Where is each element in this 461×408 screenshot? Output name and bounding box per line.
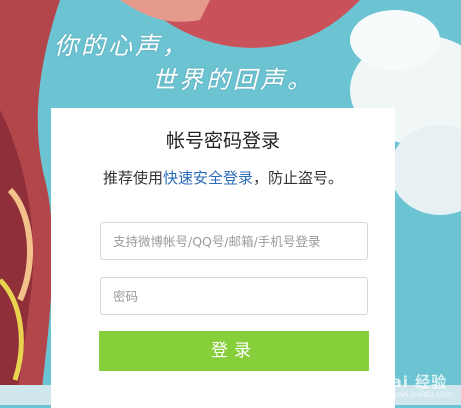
slogan-line-1: 你的心声，: [54, 32, 189, 60]
quick-secure-login-link[interactable]: 快速安全登录: [163, 169, 253, 187]
login-panel: 帐号密码登录 推荐使用快速安全登录，防止盗号。 登录: [51, 108, 395, 408]
account-input[interactable]: [100, 222, 368, 260]
watermark-url: jingyan.baidu.com: [379, 390, 453, 399]
recommend-prefix: 推荐使用: [102, 169, 163, 187]
watermark-text: Bai 经验: [379, 373, 448, 391]
baidu-jingyan-watermark: Bai 经验 jingyan.baidu.com: [379, 375, 453, 399]
login-title: 帐号密码登录: [165, 130, 280, 152]
slogan-line-2: 世界的回声。: [152, 66, 314, 94]
recommend-suffix: ，防止盗号。: [253, 169, 344, 187]
password-input[interactable]: [100, 277, 368, 315]
login-button[interactable]: 登录: [99, 331, 369, 371]
recommend-text: 推荐使用快速安全登录，防止盗号。: [51, 167, 395, 188]
